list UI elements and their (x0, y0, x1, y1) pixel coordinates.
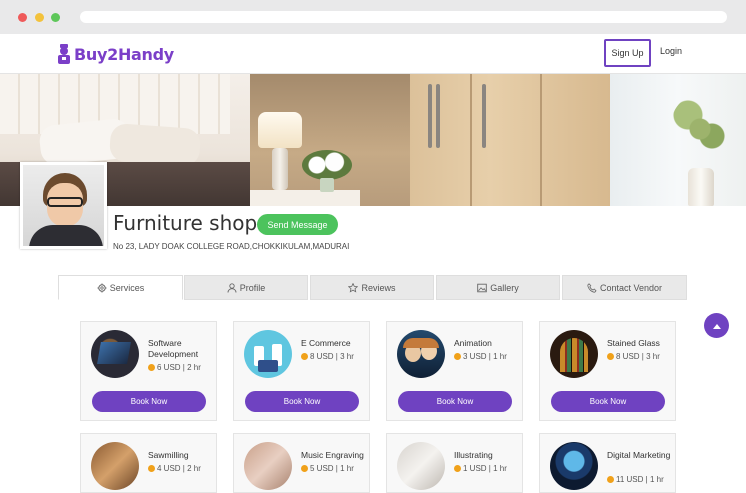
service-title: Digital Marketing (607, 450, 671, 460)
service-price-text: 1 USD | 1 hr (463, 464, 507, 473)
coin-icon (454, 353, 461, 360)
chevron-up-icon (712, 323, 721, 329)
service-price: 4 USD | 2 hr (148, 464, 201, 473)
service-price-text: 6 USD | 2 hr (157, 363, 201, 372)
coin-icon (148, 465, 155, 472)
signup-button[interactable]: Sign Up (604, 39, 651, 67)
service-thumbnail (91, 442, 139, 490)
service-card: Software Development 6 USD | 2 hr Book N… (80, 321, 217, 421)
service-price-text: 8 USD | 3 hr (310, 352, 354, 361)
service-title: Sawmilling (148, 450, 189, 460)
service-card: Music Engraving 5 USD | 1 hr (233, 433, 370, 493)
coin-icon (607, 476, 614, 483)
shop-name: Furniture shop (113, 211, 258, 235)
tab-gallery[interactable]: Gallery (436, 275, 560, 300)
tab-profile[interactable]: Profile (184, 275, 308, 300)
service-card: Stained Glass 8 USD | 3 hr Book Now (539, 321, 676, 421)
service-price: 8 USD | 3 hr (607, 352, 660, 361)
book-now-button[interactable]: Book Now (551, 391, 665, 412)
service-thumbnail (244, 330, 292, 378)
service-price-text: 11 USD | 1 hr (616, 475, 664, 484)
service-thumbnail (244, 442, 292, 490)
phone-icon (587, 282, 597, 293)
login-link[interactable]: Login (660, 46, 682, 56)
site-logo[interactable]: Buy2Handy (56, 42, 174, 66)
service-price-text: 4 USD | 2 hr (157, 464, 201, 473)
service-price: 1 USD | 1 hr (454, 464, 507, 473)
service-card: Animation 3 USD | 1 hr Book Now (386, 321, 523, 421)
tab-services-label: Services (109, 282, 145, 293)
logo-worker-icon (58, 44, 70, 64)
coin-icon (148, 364, 155, 371)
address-bar[interactable] (80, 11, 727, 23)
service-title: Illustrating (454, 450, 493, 460)
tab-reviews-label: Reviews (361, 282, 396, 293)
service-price: 3 USD | 1 hr (454, 352, 507, 361)
book-now-button[interactable]: Book Now (398, 391, 512, 412)
service-title: Music Engraving (301, 450, 364, 460)
service-price: 11 USD | 1 hr (607, 475, 664, 484)
tab-contact-vendor-label: Contact Vendor (599, 282, 663, 293)
banner-flowers (302, 150, 352, 180)
service-card: Illustrating 1 USD | 1 hr (386, 433, 523, 493)
tab-contact-vendor[interactable]: Contact Vendor (562, 275, 687, 300)
service-price: 6 USD | 2 hr (148, 363, 201, 372)
scroll-to-top-button[interactable] (704, 313, 729, 338)
tab-profile-label: Profile (239, 282, 266, 293)
browser-toolbar (0, 0, 746, 34)
service-price-text: 5 USD | 1 hr (310, 464, 354, 473)
profile-tabs: Services Profile Reviews Gallery Contact… (58, 275, 688, 300)
gear-icon (97, 283, 107, 292)
vendor-avatar (20, 162, 107, 249)
book-now-button[interactable]: Book Now (92, 391, 206, 412)
banner-wardrobe (410, 74, 610, 206)
book-now-button[interactable]: Book Now (245, 391, 359, 412)
image-icon (477, 283, 487, 292)
coin-icon (454, 465, 461, 472)
service-thumbnail (397, 330, 445, 378)
service-price: 5 USD | 1 hr (301, 464, 354, 473)
cover-banner-image (0, 74, 746, 206)
coin-icon (301, 353, 308, 360)
user-icon (227, 282, 237, 293)
close-window-dot[interactable] (18, 13, 27, 22)
service-thumbnail (550, 330, 598, 378)
site-header: Buy2Handy Sign Up Login (0, 34, 746, 74)
star-icon (348, 282, 359, 293)
service-title: Software Development (148, 338, 199, 359)
service-price: 8 USD | 3 hr (301, 352, 354, 361)
service-card: Digital Marketing 11 USD | 1 hr (539, 433, 676, 493)
maximize-window-dot[interactable] (51, 13, 60, 22)
service-title: E Commerce (301, 338, 351, 348)
service-thumbnail (91, 330, 139, 378)
service-title: Stained Glass (607, 338, 660, 348)
coin-icon (607, 353, 614, 360)
service-title: Animation (454, 338, 492, 348)
tab-gallery-label: Gallery (490, 282, 519, 293)
service-card: Sawmilling 4 USD | 2 hr (80, 433, 217, 493)
tab-services[interactable]: Services (58, 275, 183, 300)
minimize-window-dot[interactable] (35, 13, 44, 22)
logo-text: Buy2Handy (74, 44, 174, 64)
service-thumbnail (397, 442, 445, 490)
banner-plant (670, 94, 730, 164)
send-message-button[interactable]: Send Message (257, 214, 338, 235)
banner-lamp (258, 112, 302, 148)
service-price-text: 3 USD | 1 hr (463, 352, 507, 361)
shop-address: No 23, LADY DOAK COLLEGE ROAD,CHOKKIKULA… (113, 242, 350, 251)
service-thumbnail (550, 442, 598, 490)
service-card: E Commerce 8 USD | 3 hr Book Now (233, 321, 370, 421)
tab-reviews[interactable]: Reviews (310, 275, 434, 300)
coin-icon (301, 465, 308, 472)
service-price-text: 8 USD | 3 hr (616, 352, 660, 361)
